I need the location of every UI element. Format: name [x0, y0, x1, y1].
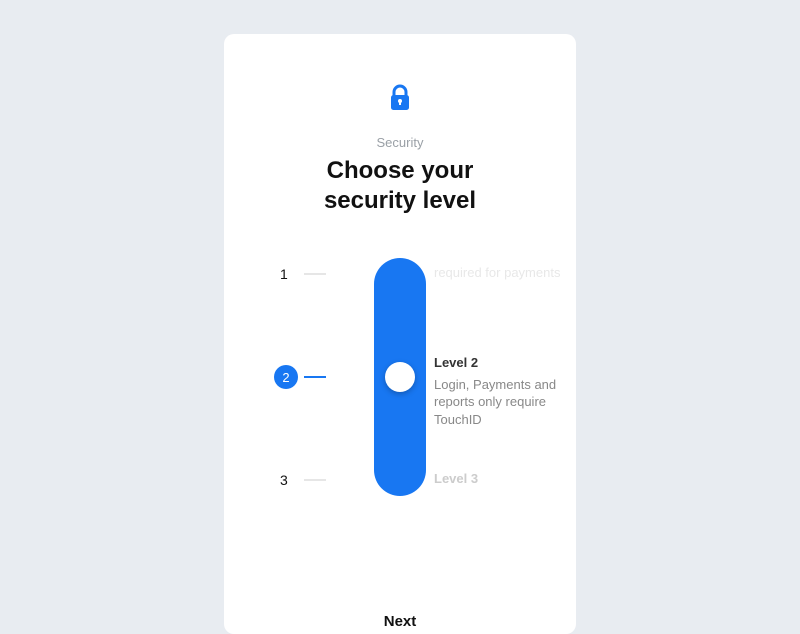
level-3-desc-title: Level 3	[434, 470, 478, 488]
page-title: Choose your security level	[324, 156, 476, 216]
security-level-card: Security Choose your security level 1 2 …	[224, 34, 576, 634]
title-line-2: security level	[324, 187, 476, 214]
level-3-description: Level 3	[434, 470, 478, 492]
tick-3	[304, 479, 326, 481]
level-descriptions-column: required for payments Level 2 Login, Pay…	[434, 258, 564, 508]
level-2-label[interactable]: 2	[274, 365, 298, 389]
level-2-description: Level 2 Login, Payments and reports only…	[434, 354, 564, 428]
level-1-desc-body: required for payments	[434, 264, 560, 282]
title-line-1: Choose your	[327, 157, 474, 184]
level-numbers-column: 1 2 3	[274, 258, 334, 508]
tick-2	[304, 376, 326, 378]
level-2-desc-body: Login, Payments and reports only require…	[434, 376, 564, 429]
lock-icon	[388, 84, 412, 117]
slider-thumb[interactable]	[385, 362, 415, 392]
next-button[interactable]: Next	[384, 613, 417, 630]
eyebrow-label: Security	[377, 135, 424, 150]
level-1-description: required for payments	[434, 264, 560, 282]
level-2-desc-title: Level 2	[434, 354, 564, 372]
level-3-label[interactable]: 3	[280, 468, 288, 492]
slider-track[interactable]	[374, 258, 426, 496]
security-slider: 1 2 3 required for payments Level 2 Logi…	[224, 258, 576, 508]
level-1-label[interactable]: 1	[280, 262, 288, 286]
tick-1	[304, 273, 326, 275]
